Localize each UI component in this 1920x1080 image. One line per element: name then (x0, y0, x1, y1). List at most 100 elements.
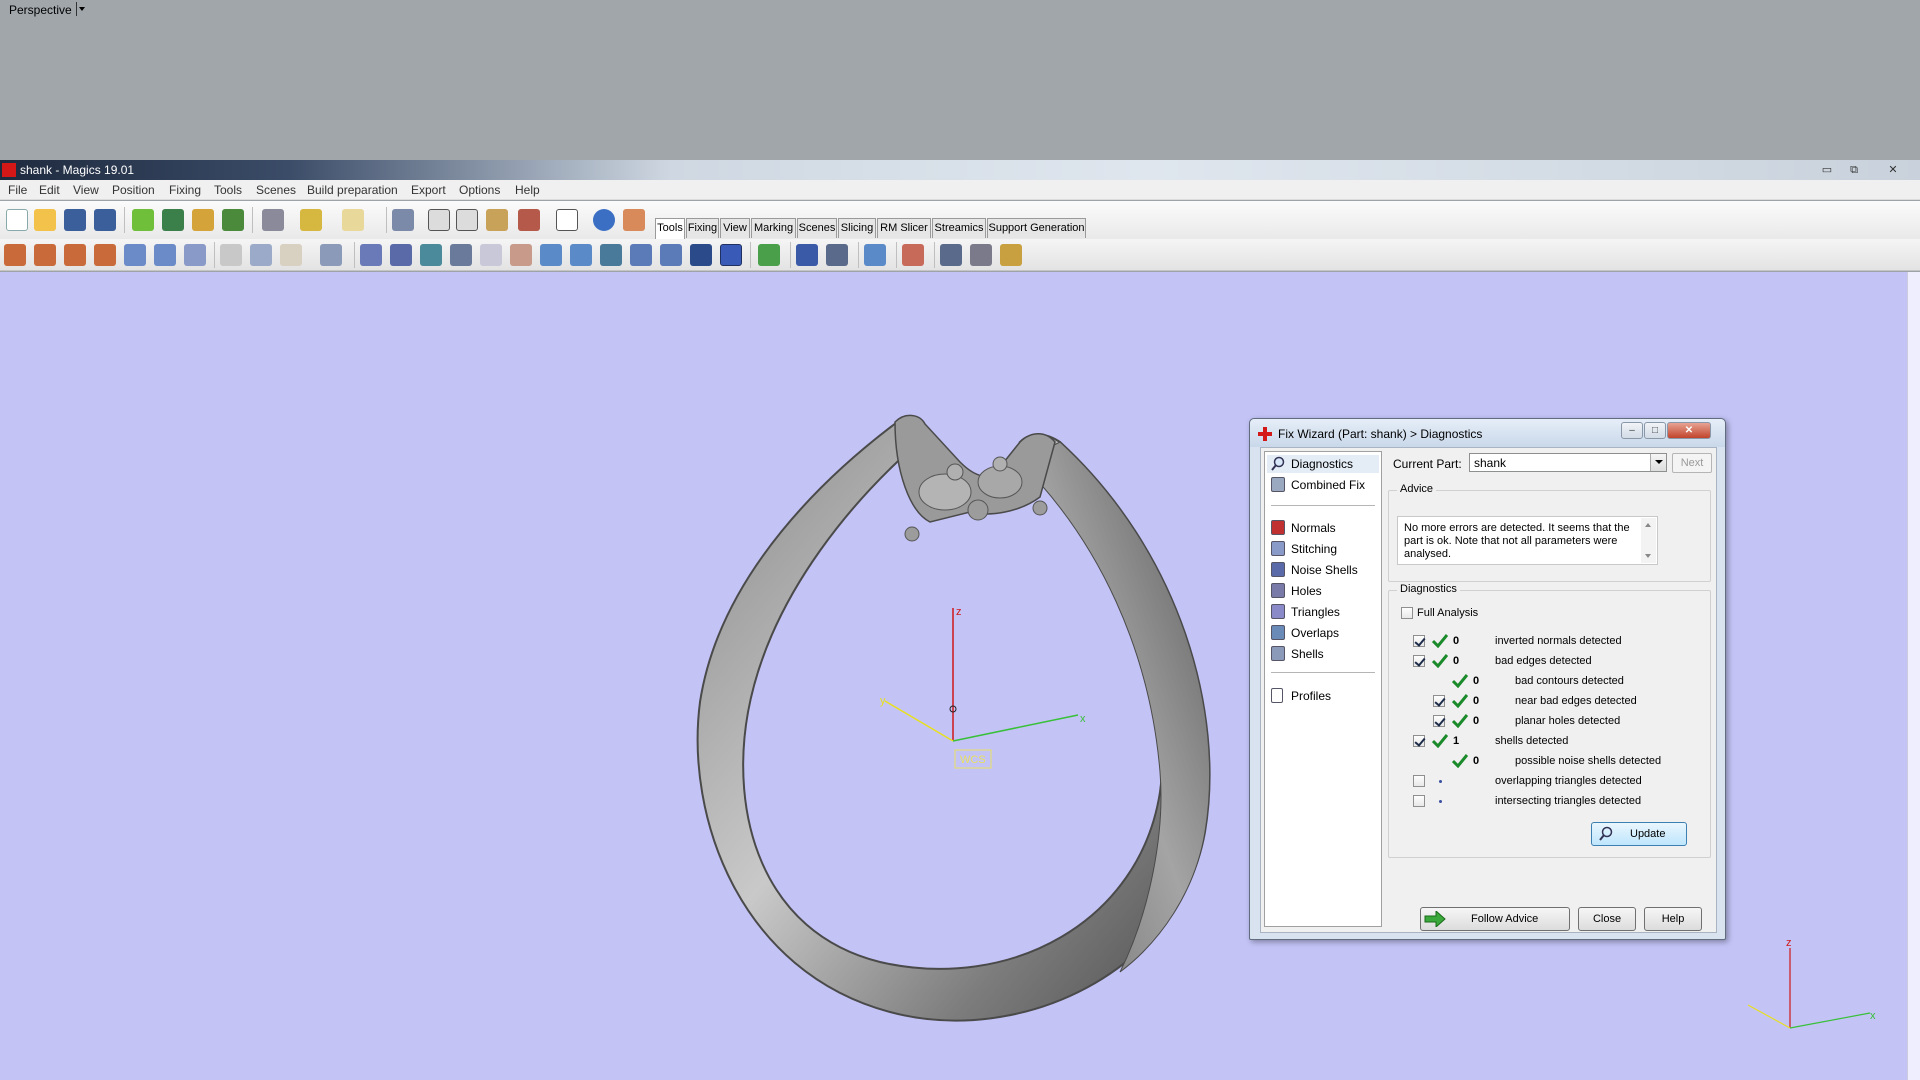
diagnostic-checkbox[interactable] (1413, 655, 1425, 667)
pack-icon[interactable] (1000, 244, 1022, 266)
tab-tools[interactable]: Tools (655, 218, 685, 239)
zoom-window-icon[interactable] (518, 209, 540, 231)
advice-scrollbar[interactable] (1641, 518, 1656, 563)
next-button[interactable]: Next (1672, 453, 1712, 473)
select-icon[interactable] (392, 209, 414, 231)
menu-file[interactable]: File (8, 183, 27, 197)
perforate-icon[interactable] (450, 244, 472, 266)
label-icon[interactable] (390, 244, 412, 266)
rotate-part-icon[interactable] (64, 244, 86, 266)
move-icon[interactable] (34, 244, 56, 266)
close-window-button[interactable]: ✕ (1882, 162, 1904, 178)
save-as-icon[interactable] (94, 209, 116, 231)
shell-icon[interactable] (600, 244, 622, 266)
menu-options[interactable]: Options (459, 183, 500, 197)
menu-tools[interactable]: Tools (214, 183, 242, 197)
tab-view[interactable]: View (720, 218, 750, 238)
box-icon[interactable] (540, 244, 562, 266)
diagnostic-checkbox[interactable] (1413, 635, 1425, 647)
sweep-icon[interactable] (570, 244, 592, 266)
smooth-icon[interactable] (510, 244, 532, 266)
mirror-icon[interactable] (154, 244, 176, 266)
view-mode-dropdown[interactable] (76, 2, 86, 16)
nesting-icon[interactable] (864, 244, 886, 266)
tab-scenes[interactable]: Scenes (797, 218, 837, 238)
scroll-up-icon[interactable] (1645, 523, 1651, 527)
save-part-icon[interactable] (162, 209, 184, 231)
menu-position[interactable]: Position (112, 183, 155, 197)
extrude-icon[interactable] (480, 244, 502, 266)
menu-scenes[interactable]: Scenes (256, 183, 296, 197)
nav-item-combined-fix[interactable]: Combined Fix (1267, 476, 1379, 494)
zoom-icon[interactable] (486, 209, 508, 231)
unload-part-icon[interactable] (222, 209, 244, 231)
nav-item-diagnostics[interactable]: Diagnostics (1267, 455, 1379, 473)
undo-icon[interactable] (300, 209, 322, 231)
tutorial-icon[interactable] (623, 209, 645, 231)
scroll-down-icon[interactable] (1645, 554, 1651, 558)
nav-item-triangles[interactable]: Triangles (1267, 603, 1379, 621)
minimize-button[interactable]: ▭ (1816, 162, 1838, 178)
pan-view-icon[interactable] (456, 209, 478, 231)
nav-item-normals[interactable]: Normals (1267, 519, 1379, 537)
menu-help[interactable]: Help (515, 183, 540, 197)
save-icon[interactable] (64, 209, 86, 231)
hollow-icon[interactable] (320, 244, 342, 266)
dialog-close-button[interactable]: ✕ (1667, 422, 1711, 439)
nav-item-overlaps[interactable]: Overlaps (1267, 624, 1379, 642)
fix-wizard-icon[interactable] (556, 209, 578, 231)
viewport-side-panel-tab[interactable] (1907, 272, 1920, 1080)
duplicate-icon[interactable] (184, 244, 206, 266)
merge-icon[interactable] (280, 244, 302, 266)
menu-edit[interactable]: Edit (39, 183, 60, 197)
menu-build-preparation[interactable]: Build preparation (307, 183, 398, 197)
triangle-reduction-icon[interactable] (690, 244, 712, 266)
offset-icon[interactable] (360, 244, 382, 266)
restore-button[interactable]: ⧉ (1843, 162, 1865, 178)
rotate-view-icon[interactable] (428, 209, 450, 231)
menu-view[interactable]: View (73, 183, 99, 197)
update-button[interactable]: Update (1591, 822, 1687, 846)
boolean-icon[interactable] (250, 244, 272, 266)
diagnostic-checkbox[interactable] (1433, 715, 1445, 727)
menu-export[interactable]: Export (411, 183, 446, 197)
section-icon[interactable] (796, 244, 818, 266)
full-analysis-checkbox[interactable] (1401, 607, 1413, 619)
diagnostic-checkbox[interactable] (1413, 795, 1425, 807)
open-folder-icon[interactable] (34, 209, 56, 231)
dialog-maximize-button[interactable]: □ (1644, 422, 1666, 439)
tab-slicing[interactable]: Slicing (838, 218, 876, 238)
nav-item-noise-shells[interactable]: Noise Shells (1267, 561, 1379, 579)
diagnostic-checkbox[interactable] (1413, 775, 1425, 787)
new-file-icon[interactable] (6, 209, 28, 231)
measure-icon[interactable] (826, 244, 848, 266)
import-part-icon[interactable] (132, 209, 154, 231)
print-icon[interactable] (262, 209, 284, 231)
tab-fixing[interactable]: Fixing (686, 218, 719, 238)
follow-advice-button[interactable]: Follow Advice (1420, 907, 1570, 931)
texture-icon[interactable] (420, 244, 442, 266)
nav-item-holes[interactable]: Holes (1267, 582, 1379, 600)
load-part-icon[interactable] (192, 209, 214, 231)
split-icon[interactable] (758, 244, 780, 266)
surface-icon[interactable] (630, 244, 652, 266)
help-icon[interactable] (593, 209, 615, 231)
menu-fixing[interactable]: Fixing (169, 183, 201, 197)
scale-icon[interactable] (124, 244, 146, 266)
diagnostic-checkbox[interactable] (1433, 695, 1445, 707)
close-button[interactable]: Close (1578, 907, 1636, 931)
tab-rm-slicer[interactable]: RM Slicer (877, 218, 931, 238)
cut-icon[interactable] (220, 244, 242, 266)
sheet-icon[interactable] (660, 244, 682, 266)
nav-item-profiles[interactable]: Profiles (1267, 687, 1379, 705)
tab-marking[interactable]: Marking (751, 218, 796, 238)
refine-icon[interactable] (720, 244, 742, 266)
tab-streamics[interactable]: Streamics (932, 218, 986, 238)
nav-item-stitching[interactable]: Stitching (1267, 540, 1379, 558)
collision-icon[interactable] (902, 244, 924, 266)
diagnostic-checkbox[interactable] (1413, 735, 1425, 747)
translate-icon[interactable] (4, 244, 26, 266)
current-part-select[interactable]: shank (1469, 453, 1667, 472)
tab-support-generation[interactable]: Support Generation (987, 218, 1086, 238)
connect-icon[interactable] (940, 244, 962, 266)
